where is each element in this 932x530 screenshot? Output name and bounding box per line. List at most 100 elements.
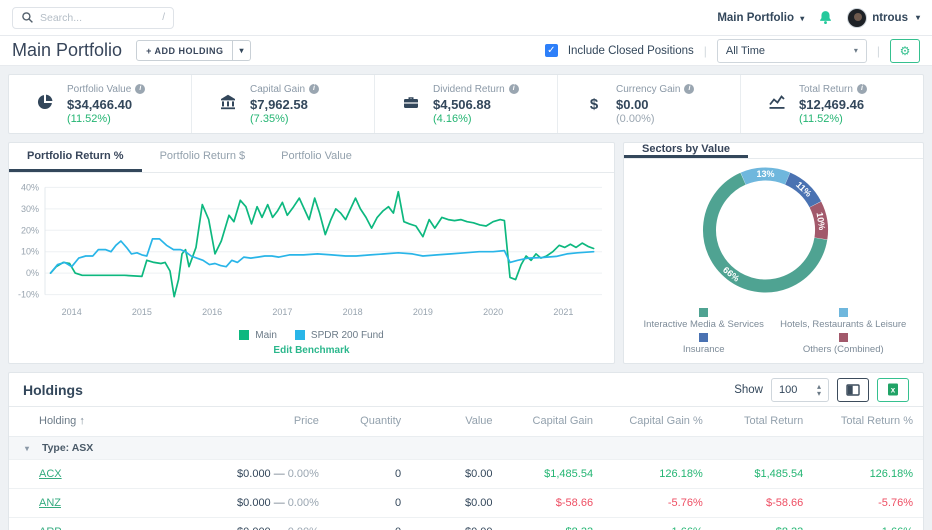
col-price[interactable]: Price — [201, 407, 329, 437]
table-row[interactable]: ANZ $0.000—0.00% 0 $0.00 $-58.66 -5.76% … — [9, 488, 923, 518]
info-icon[interactable]: i — [508, 84, 519, 94]
summary-stats-bar: Portfolio Value i $34,466.40 (11.52%) Cap… — [8, 74, 924, 134]
export-excel-button[interactable]: x — [877, 377, 909, 402]
chevron-down-icon: ▾ — [239, 46, 244, 55]
holdings-card: Holdings Show 100 ▴ ▾ x Holding ↑ Price … — [8, 372, 924, 530]
info-icon[interactable]: i — [684, 84, 695, 94]
sort-asc-icon: ↑ — [79, 415, 85, 427]
holding-link[interactable]: ANZ — [39, 497, 61, 509]
search-box[interactable]: / — [12, 6, 174, 29]
chevron-down-icon: ▾ — [915, 13, 920, 22]
holding-link[interactable]: ARP — [39, 526, 62, 530]
briefcase-icon — [401, 93, 421, 116]
table-header-row: Holding ↑ Price Quantity Value Capital G… — [9, 407, 923, 437]
user-menu[interactable]: ntrous ▾ — [847, 7, 920, 28]
stat-dividend-return: Dividend Return i $4,506.88 (4.16%) — [374, 75, 557, 133]
page-title: Main Portfolio — [12, 40, 123, 60]
sectors-donut-chart[interactable]: 13% 11% 10% 66% — [624, 159, 923, 306]
tab-sectors-by-value[interactable]: Sectors by Value — [624, 143, 749, 158]
group-row-asx[interactable]: ▾ Type: ASX — [9, 436, 923, 460]
legend-label: Others (Combined) — [802, 344, 884, 355]
col-total-return-pct[interactable]: Total Return % — [813, 407, 923, 437]
legend-swatch — [699, 308, 709, 317]
col-total-return[interactable]: Total Return — [713, 407, 814, 437]
include-closed-label[interactable]: Include Closed Positions — [568, 45, 694, 57]
sort-arrows-icon: ▴ ▾ — [816, 381, 821, 398]
pie-chart-icon — [35, 93, 55, 116]
col-capital-gain[interactable]: Capital Gain — [503, 407, 604, 437]
search-icon — [22, 12, 33, 23]
column-settings-button[interactable] — [837, 377, 869, 402]
col-quantity[interactable]: Quantity — [329, 407, 411, 437]
svg-text:2020: 2020 — [483, 307, 503, 317]
stat-value: $0.00 — [616, 96, 649, 112]
gear-icon: ⚙ — [899, 43, 911, 58]
legend-item: Others (Combined) — [774, 333, 914, 355]
search-shortcut-hint: / — [162, 12, 165, 23]
add-holding-dropdown-button[interactable]: ▾ — [233, 40, 251, 61]
legend-swatch — [239, 330, 250, 340]
stat-total-return: Total Return i $12,469.46 (11.52%) — [740, 75, 923, 133]
col-value[interactable]: Value — [411, 407, 502, 437]
search-input[interactable] — [40, 11, 163, 24]
username-label: ntrous — [872, 11, 908, 24]
line-chart-icon — [767, 93, 787, 116]
stat-label: Dividend Return — [433, 83, 505, 95]
divider: | — [703, 43, 707, 58]
stat-value: $12,469.46 — [799, 96, 865, 112]
svg-text:2016: 2016 — [202, 307, 222, 317]
table-row[interactable]: ACX $0.000—0.00% 0 $0.00 $1,485.54 126.1… — [9, 459, 923, 489]
legend-item: Hotels, Restaurants & Leisure — [774, 308, 914, 330]
holdings-title: Holdings — [23, 381, 83, 398]
tab-portfolio-return-dollar[interactable]: Portfolio Return $ — [142, 143, 264, 172]
svg-text:40%: 40% — [21, 182, 39, 192]
excel-icon: x — [888, 383, 898, 396]
col-holding[interactable]: Holding ↑ — [9, 407, 201, 437]
legend-swatch — [838, 333, 848, 342]
add-holding-button[interactable]: + ADD HOLDING — [136, 40, 234, 61]
chevron-down-icon: ▾ — [800, 13, 805, 23]
include-closed-checkbox[interactable]: ✓ — [544, 44, 558, 57]
legend-label: SPDR 200 Fund — [310, 329, 384, 341]
edit-benchmark-link[interactable]: Edit Benchmark — [9, 343, 614, 363]
legend-swatch — [838, 308, 848, 317]
performance-line-chart[interactable]: 40% 30% 20% 10% 0% -10% 2014 2015 2016 2017 2018 20… — [9, 173, 614, 327]
portfolio-settings-button[interactable]: ⚙ — [890, 38, 920, 63]
date-range-select[interactable]: All Time ▾ — [716, 38, 867, 63]
stat-label: Capital Gain — [250, 83, 306, 95]
svg-text:2014: 2014 — [62, 307, 82, 317]
page-size-select[interactable]: 100 ▴ ▾ — [771, 377, 829, 402]
stat-label: Total Return — [799, 83, 853, 95]
table-row[interactable]: ARP $0.000—0.00% 0 $0.00 $8.33 1.66% $8.… — [9, 517, 923, 530]
tab-portfolio-return-pct[interactable]: Portfolio Return % — [9, 143, 142, 172]
info-icon[interactable]: i — [309, 84, 320, 94]
svg-text:13%: 13% — [756, 169, 774, 179]
stat-percent: (7.35%) — [250, 112, 289, 125]
col-capital-gain-pct[interactable]: Capital Gain % — [603, 407, 713, 437]
legend-label: Hotels, Restaurants & Leisure — [780, 319, 907, 330]
chart-legend: Main SPDR 200 Fund — [9, 327, 614, 343]
svg-text:10%: 10% — [21, 247, 39, 257]
portfolio-switcher[interactable]: Main Portfolio ▾ — [717, 12, 804, 24]
notifications-bell-icon[interactable] — [818, 10, 833, 25]
portfolio-switcher-label: Main Portfolio — [717, 11, 794, 24]
page-size-value: 100 — [779, 383, 798, 396]
group-label: Type: ASX — [41, 442, 94, 454]
svg-text:2019: 2019 — [413, 307, 433, 317]
top-navbar: / Main Portfolio ▾ ntrous ▾ — [0, 0, 932, 36]
info-icon[interactable]: i — [135, 84, 146, 94]
stat-label: Portfolio Value — [67, 83, 132, 95]
performance-tabs: Portfolio Return % Portfolio Return $ Po… — [9, 143, 614, 173]
sectors-tabs: Sectors by Value — [624, 143, 923, 159]
legend-label: Insurance — [682, 344, 725, 355]
holding-link[interactable]: ACX — [39, 468, 62, 480]
stat-value: $7,962.58 — [250, 96, 308, 112]
tab-portfolio-value[interactable]: Portfolio Value — [263, 143, 370, 172]
legend-label: Main — [255, 329, 277, 341]
stat-value: $4,506.88 — [433, 96, 491, 112]
columns-icon — [846, 383, 860, 396]
info-icon[interactable]: i — [856, 84, 867, 94]
svg-text:2021: 2021 — [553, 307, 573, 317]
stat-percent: (11.52%) — [799, 112, 843, 125]
dollar-icon: $ — [589, 95, 599, 113]
